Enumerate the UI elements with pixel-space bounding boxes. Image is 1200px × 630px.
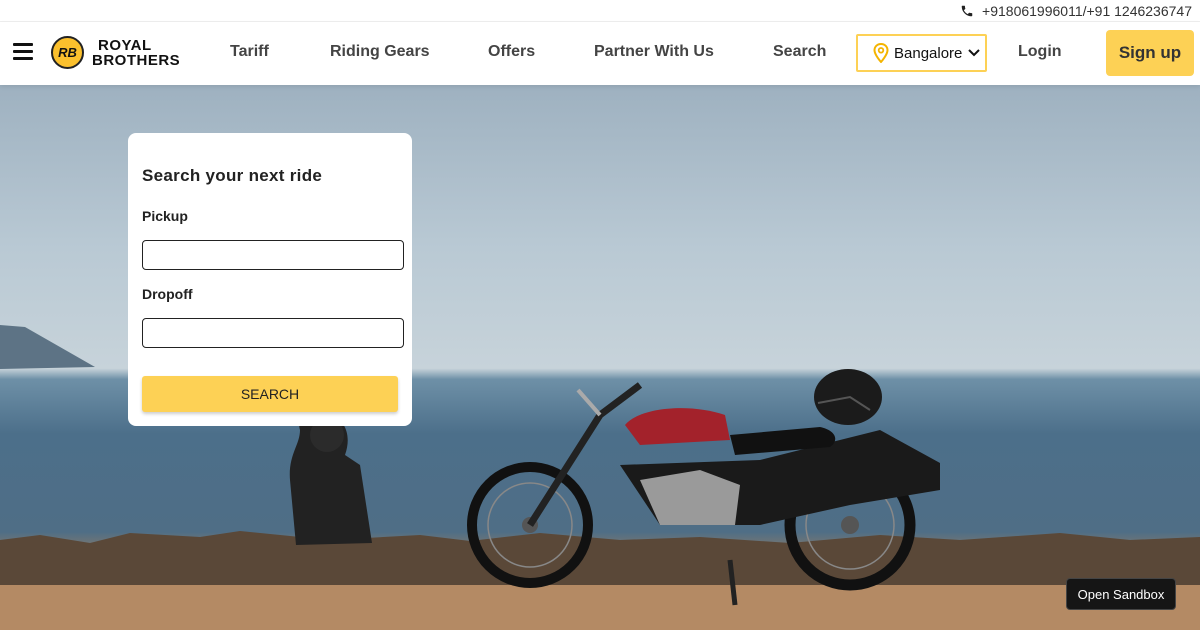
- nav-login[interactable]: Login: [1018, 43, 1062, 61]
- signup-button[interactable]: Sign up: [1106, 30, 1194, 76]
- city-name: Bangalore: [894, 44, 963, 62]
- pickup-label: Pickup: [142, 208, 188, 224]
- pickup-input[interactable]: [142, 240, 404, 270]
- chevron-down-icon: [968, 49, 981, 57]
- main-navbar: RB ROYAL BROTHERS Tariff Riding Gears Of…: [0, 22, 1200, 85]
- logo-line-1: ROYAL: [98, 36, 152, 54]
- logo-line-2: BROTHERS: [92, 51, 181, 69]
- nav-riding-gears[interactable]: Riding Gears: [330, 43, 430, 61]
- contact-phone[interactable]: +918061996011/+91 1246236747: [960, 3, 1192, 19]
- nav-search[interactable]: Search: [773, 43, 826, 61]
- nav-partner-with-us[interactable]: Partner With Us: [594, 43, 714, 61]
- search-card-title: Search your next ride: [142, 166, 323, 185]
- search-button[interactable]: SEARCH: [142, 376, 398, 412]
- dropoff-input[interactable]: [142, 318, 404, 348]
- logo-badge: RB: [51, 36, 84, 69]
- top-contact-bar: +918061996011/+91 1246236747: [0, 0, 1200, 22]
- location-pin-icon: [873, 43, 889, 63]
- logo-text: ROYAL BROTHERS: [92, 38, 180, 68]
- dropoff-label: Dropoff: [142, 286, 193, 302]
- open-sandbox-button[interactable]: Open Sandbox: [1066, 578, 1176, 610]
- search-ride-card: Search your next ride Pickup Dropoff SEA…: [128, 133, 412, 426]
- phone-number: +918061996011/+91 1246236747: [982, 3, 1192, 19]
- nav-offers[interactable]: Offers: [488, 43, 535, 61]
- hamburger-icon[interactable]: [13, 43, 33, 61]
- brand-logo[interactable]: RB ROYAL BROTHERS: [51, 36, 180, 69]
- phone-icon: [961, 5, 973, 17]
- nav-tariff[interactable]: Tariff: [230, 43, 269, 61]
- city-selector[interactable]: Bangalore: [856, 34, 987, 72]
